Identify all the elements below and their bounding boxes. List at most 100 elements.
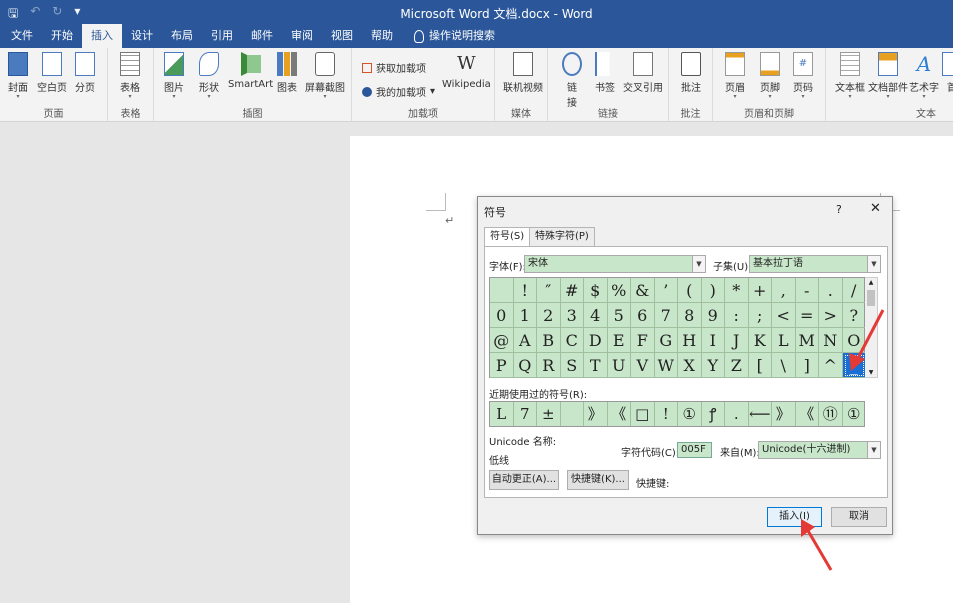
recent-symbol-cell[interactable]: ① — [843, 402, 865, 426]
symbol-cell[interactable]: + — [748, 278, 772, 303]
symbol-cell[interactable]: 1 — [513, 303, 537, 328]
symbol-cell[interactable]: ( — [678, 278, 702, 303]
symbol-cell[interactable]: 6 — [631, 303, 655, 328]
symbol-cell[interactable]: V — [631, 353, 655, 378]
screenshot-button[interactable]: 屏幕截图 ▾ — [305, 52, 345, 100]
tab-file[interactable]: 文件 — [2, 24, 42, 48]
symbol-cell[interactable]: H — [678, 328, 702, 353]
scroll-thumb[interactable] — [867, 290, 875, 306]
cover-page-button[interactable]: 封面 ▾ — [8, 52, 28, 100]
symbol-cell[interactable]: < — [772, 303, 796, 328]
recent-symbol-cell[interactable] — [561, 402, 584, 426]
symbol-cell[interactable]: D — [584, 328, 608, 353]
from-select[interactable]: Unicode(十六进制) ▼ — [758, 441, 881, 459]
symbol-cell[interactable]: W — [654, 353, 678, 378]
symbol-cell[interactable]: @ — [490, 328, 514, 353]
symbol-cell[interactable]: X — [678, 353, 702, 378]
shapes-button[interactable]: 形状 ▾ — [199, 52, 219, 100]
tab-special-characters[interactable]: 特殊字符(P) — [529, 227, 595, 246]
symbol-cell[interactable]: ? — [842, 303, 866, 328]
cross-reference-button[interactable]: 交叉引用 — [623, 52, 663, 94]
picture-button[interactable]: 图片 ▾ — [164, 52, 184, 100]
symbol-cell[interactable]: - — [795, 278, 819, 303]
symbol-cell[interactable]: , — [772, 278, 796, 303]
symbol-cell[interactable]: 7 — [654, 303, 678, 328]
scroll-up-icon[interactable]: ▲ — [865, 279, 877, 286]
quick-parts-button[interactable]: 文档部件 ▾ — [868, 52, 908, 100]
chart-button[interactable]: 图表 — [277, 52, 297, 94]
recent-symbol-cell[interactable]: □ — [631, 402, 655, 426]
online-video-button[interactable]: 联机视频 — [503, 52, 543, 94]
cancel-button[interactable]: 取消 — [831, 507, 887, 527]
symbol-grid-scrollbar[interactable]: ▲ ▼ — [865, 277, 878, 378]
symbol-cell[interactable]: K — [748, 328, 772, 353]
symbol-cell[interactable]: S — [560, 353, 584, 378]
autocorrect-button[interactable]: 自动更正(A)... — [489, 470, 559, 490]
symbol-cell[interactable]: ) — [701, 278, 725, 303]
recent-symbol-cell[interactable]: 》 — [584, 402, 608, 426]
symbol-cell[interactable]: Y — [701, 353, 725, 378]
symbol-cell[interactable]: F — [631, 328, 655, 353]
symbol-cell[interactable]: 2 — [537, 303, 561, 328]
symbol-cell[interactable]: A — [513, 328, 537, 353]
bookmark-button[interactable]: 书签 — [595, 52, 615, 94]
symbol-cell[interactable]: $ — [584, 278, 608, 303]
symbol-cell[interactable]: M — [795, 328, 819, 353]
insert-button[interactable]: 插入(I) — [767, 507, 822, 527]
symbol-cell[interactable]: ″ — [537, 278, 561, 303]
tab-layout[interactable]: 布局 — [162, 24, 202, 48]
tab-design[interactable]: 设计 — [122, 24, 162, 48]
drop-cap-button[interactable]: 首 — [942, 52, 953, 94]
link-button[interactable]: 链接 — [562, 52, 582, 109]
get-addins-button[interactable]: 获取加载项 — [362, 60, 426, 75]
header-button[interactable]: 页眉 ▾ — [725, 52, 745, 100]
recent-symbol-cell[interactable]: ① — [678, 402, 702, 426]
text-box-button[interactable]: 文本框 ▾ — [835, 52, 865, 100]
symbol-cell[interactable]: = — [795, 303, 819, 328]
symbol-cell[interactable]: \ — [772, 353, 796, 378]
symbol-cell[interactable]: > — [819, 303, 843, 328]
symbol-cell[interactable]: [ — [748, 353, 772, 378]
recent-symbol-cell[interactable]: 《 — [608, 402, 631, 426]
symbol-cell[interactable]: % — [607, 278, 631, 303]
recent-symbol-cell[interactable]: L — [490, 402, 514, 426]
recent-symbol-cell[interactable]: ! — [655, 402, 678, 426]
table-button[interactable]: 表格 ▾ — [120, 52, 140, 100]
tell-me-search[interactable]: 操作说明搜索 — [402, 24, 504, 48]
symbol-cell[interactable]: N — [819, 328, 843, 353]
page-break-button[interactable]: 分页 — [75, 52, 95, 94]
recent-symbol-cell[interactable]: ⟵ — [749, 402, 772, 426]
recent-symbol-cell[interactable]: 》 — [772, 402, 796, 426]
wordart-button[interactable]: A 艺术字 ▾ — [909, 52, 939, 100]
footer-button[interactable]: 页脚 ▾ — [760, 52, 780, 100]
symbol-cell[interactable]: P — [490, 353, 514, 378]
symbol-cell[interactable]: B — [537, 328, 561, 353]
symbol-cell[interactable]: . — [819, 278, 843, 303]
symbol-cell[interactable]: ^ — [819, 353, 843, 378]
symbol-cell[interactable]: Q — [513, 353, 537, 378]
symbol-cell[interactable]: ’ — [654, 278, 678, 303]
subset-select[interactable]: 基本拉丁语 ▼ — [749, 255, 881, 273]
symbol-cell[interactable]: U — [607, 353, 631, 378]
recent-symbol-cell[interactable]: 《 — [796, 402, 819, 426]
tab-mailings[interactable]: 邮件 — [242, 24, 282, 48]
symbol-cell[interactable]: 0 — [490, 303, 514, 328]
recent-symbol-cell[interactable]: 7 — [514, 402, 537, 426]
symbol-cell[interactable]: T — [584, 353, 608, 378]
symbol-cell[interactable]: 3 — [560, 303, 584, 328]
symbol-cell[interactable]: * — [725, 278, 749, 303]
close-icon[interactable]: ✕ — [870, 201, 881, 216]
wikipedia-button[interactable]: W Wikipedia — [442, 52, 491, 90]
symbol-cell[interactable]: & — [631, 278, 655, 303]
symbol-cell[interactable]: 4 — [584, 303, 608, 328]
symbol-cell[interactable]: G — [654, 328, 678, 353]
symbol-cell[interactable]: / — [842, 278, 866, 303]
smartart-button[interactable]: SmartArt — [228, 52, 273, 90]
symbol-cell[interactable]: : — [725, 303, 749, 328]
symbol-cell[interactable]: L — [772, 328, 796, 353]
symbol-cell[interactable]: # — [560, 278, 584, 303]
font-select[interactable]: 宋体 ▼ — [524, 255, 706, 273]
recent-symbol-cell[interactable]: ± — [537, 402, 561, 426]
blank-page-button[interactable]: 空白页 — [37, 52, 67, 94]
symbol-cell[interactable]: 5 — [607, 303, 631, 328]
